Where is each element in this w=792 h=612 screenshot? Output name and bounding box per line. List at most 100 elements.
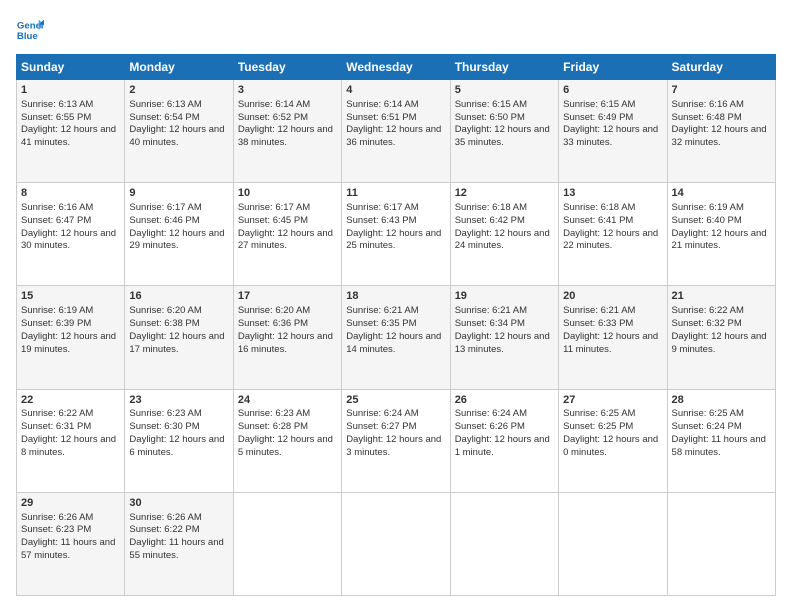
day-number: 8 (21, 186, 120, 201)
sunrise-text: Sunrise: 6:14 AM (346, 99, 418, 110)
calendar-cell: 1Sunrise: 6:13 AMSunset: 6:55 PMDaylight… (17, 80, 125, 183)
sunset-text: Sunset: 6:42 PM (455, 215, 525, 226)
calendar-cell: 18Sunrise: 6:21 AMSunset: 6:35 PMDayligh… (342, 286, 450, 389)
day-number: 4 (346, 83, 445, 98)
daylight-text: Daylight: 12 hours and 17 minutes. (129, 331, 224, 355)
day-number: 22 (21, 393, 120, 408)
sunset-text: Sunset: 6:27 PM (346, 421, 416, 432)
calendar-week-3: 15Sunrise: 6:19 AM Sunset: 6:39 PM Dayligh… (17, 286, 776, 389)
calendar-cell: 25Sunrise: 6:24 AMSunset: 6:27 PMDayligh… (342, 389, 450, 492)
calendar-cell (233, 492, 341, 595)
sunrise-text: Sunrise: 6:20 AM (129, 305, 201, 316)
sunrise-text: Sunrise: 6:18 AM (455, 202, 527, 213)
daylight-text: Daylight: 12 hours and 33 minutes. (563, 124, 658, 148)
calendar-week-2: 8Sunrise: 6:16 AM Sunset: 6:47 PM Daylight… (17, 183, 776, 286)
sunset-text: Sunset: 6:54 PM (129, 112, 199, 123)
sunset-text: Sunset: 6:25 PM (563, 421, 633, 432)
day-number: 5 (455, 83, 554, 98)
sunrise-text: Sunrise: 6:17 AM (238, 202, 310, 213)
day-number: 17 (238, 289, 337, 304)
calendar-cell: 22Sunrise: 6:22 AM Sunset: 6:31 PM Dayligh… (17, 389, 125, 492)
calendar-week-4: 22Sunrise: 6:22 AM Sunset: 6:31 PM Dayligh… (17, 389, 776, 492)
calendar-header-wednesday: Wednesday (342, 55, 450, 80)
sunrise-text: Sunrise: 6:25 AM (563, 408, 635, 419)
sunset-text: Sunset: 6:35 PM (346, 318, 416, 329)
calendar-cell: 10Sunrise: 6:17 AMSunset: 6:45 PMDayligh… (233, 183, 341, 286)
sunrise-text: Sunrise: 6:24 AM (455, 408, 527, 419)
calendar-cell: 20Sunrise: 6:21 AMSunset: 6:33 PMDayligh… (559, 286, 667, 389)
calendar-page: General Blue SundayMondayTuesdayWednesda… (0, 0, 792, 612)
sunset-text: Sunset: 6:49 PM (563, 112, 633, 123)
calendar-cell: 4Sunrise: 6:14 AMSunset: 6:51 PMDaylight… (342, 80, 450, 183)
daylight-text: Daylight: 12 hours and 27 minutes. (238, 228, 333, 252)
daylight-text: Daylight: 12 hours and 1 minute. (455, 434, 550, 458)
calendar-cell (342, 492, 450, 595)
sunrise-text: Sunrise: 6:21 AM (455, 305, 527, 316)
daylight-text: Daylight: 12 hours and 19 minutes. (21, 331, 116, 355)
calendar-cell: 23Sunrise: 6:23 AMSunset: 6:30 PMDayligh… (125, 389, 233, 492)
sunrise-text: Sunrise: 6:22 AM (21, 408, 93, 419)
sunset-text: Sunset: 6:36 PM (238, 318, 308, 329)
sunrise-text: Sunrise: 6:17 AM (129, 202, 201, 213)
calendar-header-row: SundayMondayTuesdayWednesdayThursdayFrid… (17, 55, 776, 80)
calendar-cell: 12Sunrise: 6:18 AMSunset: 6:42 PMDayligh… (450, 183, 558, 286)
sunset-text: Sunset: 6:47 PM (21, 215, 91, 226)
daylight-text: Daylight: 12 hours and 0 minutes. (563, 434, 658, 458)
calendar-cell: 3Sunrise: 6:14 AMSunset: 6:52 PMDaylight… (233, 80, 341, 183)
sunset-text: Sunset: 6:33 PM (563, 318, 633, 329)
calendar-cell: 15Sunrise: 6:19 AM Sunset: 6:39 PM Dayligh… (17, 286, 125, 389)
sunrise-text: Sunrise: 6:24 AM (346, 408, 418, 419)
sunrise-text: Sunrise: 6:14 AM (238, 99, 310, 110)
daylight-text: Daylight: 12 hours and 11 minutes. (563, 331, 658, 355)
sunrise-text: Sunrise: 6:20 AM (238, 305, 310, 316)
calendar-cell: 5Sunrise: 6:15 AMSunset: 6:50 PMDaylight… (450, 80, 558, 183)
logo: General Blue (16, 16, 44, 44)
day-number: 28 (672, 393, 771, 408)
daylight-text: Daylight: 12 hours and 9 minutes. (672, 331, 767, 355)
day-number: 9 (129, 186, 228, 201)
calendar-cell: 11Sunrise: 6:17 AMSunset: 6:43 PMDayligh… (342, 183, 450, 286)
day-number: 18 (346, 289, 445, 304)
calendar-cell: 28Sunrise: 6:25 AMSunset: 6:24 PMDayligh… (667, 389, 775, 492)
sunset-text: Sunset: 6:22 PM (129, 524, 199, 535)
day-number: 15 (21, 289, 120, 304)
daylight-text: Daylight: 12 hours and 38 minutes. (238, 124, 333, 148)
daylight-text: Daylight: 12 hours and 29 minutes. (129, 228, 224, 252)
daylight-text: Daylight: 12 hours and 25 minutes. (346, 228, 441, 252)
daylight-text: Daylight: 12 hours and 8 minutes. (21, 434, 116, 458)
day-number: 12 (455, 186, 554, 201)
calendar-cell (559, 492, 667, 595)
sunset-text: Sunset: 6:26 PM (455, 421, 525, 432)
calendar-cell: 27Sunrise: 6:25 AM Sunset: 6:25 PM Dayligh… (559, 389, 667, 492)
day-number: 2 (129, 83, 228, 98)
sunrise-text: Sunrise: 6:16 AM (21, 202, 93, 213)
calendar-week-5: 29Sunrise: 6:26 AMSunset: 6:23 PMDayligh… (17, 492, 776, 595)
calendar-table: SundayMondayTuesdayWednesdayThursdayFrid… (16, 54, 776, 596)
daylight-text: Daylight: 12 hours and 32 minutes. (672, 124, 767, 148)
day-number: 26 (455, 393, 554, 408)
sunset-text: Sunset: 6:24 PM (672, 421, 742, 432)
sunset-text: Sunset: 6:34 PM (455, 318, 525, 329)
sunset-text: Sunset: 6:39 PM (21, 318, 91, 329)
daylight-text: Daylight: 12 hours and 6 minutes. (129, 434, 224, 458)
daylight-text: Daylight: 11 hours and 55 minutes. (129, 537, 223, 561)
daylight-text: Daylight: 12 hours and 14 minutes. (346, 331, 441, 355)
calendar-header-monday: Monday (125, 55, 233, 80)
sunrise-text: Sunrise: 6:19 AM (672, 202, 744, 213)
calendar-body: 1Sunrise: 6:13 AMSunset: 6:55 PMDaylight… (17, 80, 776, 596)
sunrise-text: Sunrise: 6:19 AM (21, 305, 93, 316)
svg-text:Blue: Blue (17, 31, 38, 42)
sunset-text: Sunset: 6:45 PM (238, 215, 308, 226)
day-number: 27 (563, 393, 662, 408)
daylight-text: Daylight: 12 hours and 21 minutes. (672, 228, 767, 252)
day-number: 16 (129, 289, 228, 304)
sunset-text: Sunset: 6:52 PM (238, 112, 308, 123)
sunset-text: Sunset: 6:46 PM (129, 215, 199, 226)
calendar-cell: 9Sunrise: 6:17 AM Sunset: 6:46 PM Daylight… (125, 183, 233, 286)
sunset-text: Sunset: 6:48 PM (672, 112, 742, 123)
sunset-text: Sunset: 6:31 PM (21, 421, 91, 432)
day-number: 14 (672, 186, 771, 201)
day-number: 23 (129, 393, 228, 408)
sunrise-text: Sunrise: 6:15 AM (563, 99, 635, 110)
calendar-cell (667, 492, 775, 595)
